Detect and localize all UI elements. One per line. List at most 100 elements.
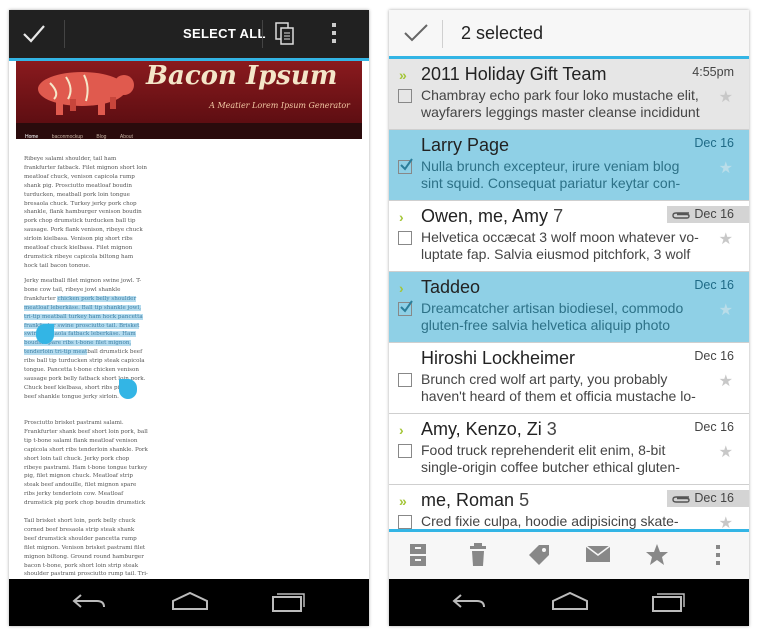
select-checkbox[interactable] [398,158,413,174]
divider [262,20,263,48]
importance-marker-icon: » [399,67,407,83]
message-list[interactable]: » 2011 Holiday Gift Team 4:55pm Chambray e… [389,59,749,529]
message-row[interactable]: Larry Page Dec 16 Nulla brunch excepteur,… [389,130,749,201]
sender-names: Hiroshi Lockheimer [421,348,576,368]
select-all-button[interactable]: SELECT ALL [183,26,266,41]
select-checkbox[interactable] [398,373,412,387]
sender-names: me, Roman [421,490,515,510]
importance-marker-icon: › [399,422,404,438]
back-icon[interactable] [71,589,107,613]
star-toggle-icon[interactable]: ★ [719,371,733,391]
checkmark-icon[interactable] [21,21,47,47]
snippet-line: Brunch cred wolf art party, you probably [421,371,668,387]
message-row[interactable]: › Owen, me, Amy 7 Dec 16 Helvetica occæcat … [389,201,749,272]
selection-start-handle[interactable] [36,324,54,344]
paragraph-3: Prosciutto brisket pastrami salami. Fran… [24,420,148,507]
snippet-line: Nulla brunch excepteur, irure veniam blo… [421,158,680,174]
bottom-action-bar [389,532,749,579]
star-icon[interactable] [645,543,669,567]
message-row[interactable]: › Taddeo Dec 16 Dreamcatcher artisan biodi… [389,272,749,343]
message-date: Dec 16 [694,136,734,150]
message-date: Dec 16 [694,420,734,434]
mark-unread-icon[interactable] [585,543,611,565]
snippet-line: gluten-free salvia helvetica aliquip pho… [421,317,671,333]
message-row[interactable]: Hiroshi Lockheimer Dec 16 Brunch cred wol… [389,343,749,414]
checkmark-icon[interactable] [403,22,429,44]
snippet-line: luptate fap. Salvia eiusmod pitchfork, 3… [421,246,691,262]
left-phone-browser: SELECT ALL Bacon Ipsum A Meatier Lorem I… [9,10,369,626]
select-checkbox[interactable] [398,300,413,316]
message-row[interactable]: » 2011 Holiday Gift Team 4:55pm Chambray e… [389,59,749,130]
select-checkbox[interactable] [398,89,412,103]
star-toggle-icon[interactable]: ★ [719,158,733,178]
home-icon[interactable] [171,589,209,613]
snippet-line: single-origin coffee butcher ethical glu… [421,459,680,475]
check-icon [400,300,413,313]
message-row[interactable]: » me, Roman 5 Dec 16 Cred fixie culpa, hood… [389,485,749,529]
site-banner: Bacon Ipsum A Meatier Lorem Ipsum Genera… [16,61,362,123]
select-checkbox[interactable] [398,515,412,529]
divider [64,20,65,48]
importance-marker-icon: » [399,493,407,509]
message-date: Dec 16 [694,349,734,363]
pig-logo-icon [38,72,134,115]
message-sender: me, Roman 5 [421,490,529,511]
importance-marker-icon: › [399,280,404,296]
message-date: Dec 16 [694,278,734,292]
nav-link-blog[interactable]: Blog [96,134,106,140]
recent-apps-icon[interactable] [271,589,307,613]
recent-apps-icon[interactable] [651,589,687,613]
message-snippet: Chambray echo park four loko mustache el… [421,87,721,121]
message-snippet: Cred fixie culpa, hoodie adipisicing ska… [421,513,721,529]
system-nav-bar [389,579,749,626]
label-icon[interactable] [527,543,551,567]
message-snippet: Dreamcatcher artisan biodiesel, commodo g… [421,300,721,334]
nav-link-home[interactable]: Home [25,134,38,140]
right-phone-gmail: 2 selected » 2011 Holiday Gift Team 4:55p… [389,10,749,626]
snippet-line: Dreamcatcher artisan biodiesel, commodo [421,300,684,316]
snippet-line: Helvetica occæcat 3 wolf moon whatever v… [421,229,699,245]
message-snippet: Nulla brunch excepteur, irure veniam blo… [421,158,721,192]
star-toggle-icon[interactable]: ★ [719,442,733,462]
star-toggle-icon[interactable]: ★ [719,229,733,249]
message-snippet: Food truck reprehenderit elit enim, 8-bi… [421,442,721,476]
snippet-line: wayfarers leggings master cleanse incidi… [421,104,700,120]
contextual-action-bar: SELECT ALL [9,10,369,58]
delete-icon[interactable] [469,543,487,567]
message-date: Dec 16 [694,491,734,505]
select-checkbox[interactable] [398,444,412,458]
home-icon[interactable] [551,589,589,613]
message-snippet: Brunch cred wolf art party, you probably… [421,371,721,405]
message-sender: Taddeo [421,277,480,298]
message-sender: Larry Page [421,135,509,156]
message-row[interactable]: › Amy, Kenzo, Zi 3 Dec 16 Food truck repreh… [389,414,749,485]
contextual-action-bar: 2 selected [389,10,749,56]
paragraph-4: Tail brisket short loin, pork belly chuc… [24,518,148,578]
web-page-content[interactable]: Bacon Ipsum A Meatier Lorem Ipsum Genera… [9,61,369,579]
sender-names: 2011 Holiday Gift Team [421,64,607,84]
check-icon [400,158,413,171]
message-sender: Hiroshi Lockheimer [421,348,575,369]
sender-names: Larry Page [421,135,510,155]
message-sender: Owen, me, Amy 7 [421,206,563,227]
message-sender: 2011 Holiday Gift Team [421,64,606,85]
archive-icon[interactable] [409,543,427,567]
back-icon[interactable] [451,589,487,613]
star-toggle-icon[interactable]: ★ [719,300,733,320]
overflow-menu-icon[interactable] [715,543,721,567]
system-nav-bar [9,579,369,626]
importance-marker-icon: › [399,209,404,225]
star-toggle-icon[interactable]: ★ [719,87,733,107]
nav-link-baconmockup[interactable]: baconmockup [52,134,83,140]
attachment-icon [672,212,690,219]
attachment-icon [672,496,690,503]
overflow-menu-icon[interactable] [331,22,337,44]
star-toggle-icon[interactable]: ★ [719,513,733,529]
selection-end-handle[interactable] [119,379,137,399]
thread-count: 3 [546,419,557,439]
nav-link-about[interactable]: About [120,134,133,140]
copy-icon[interactable] [275,22,295,46]
select-checkbox[interactable] [398,231,412,245]
thread-count: 5 [519,490,530,510]
thread-count: 7 [553,206,564,226]
